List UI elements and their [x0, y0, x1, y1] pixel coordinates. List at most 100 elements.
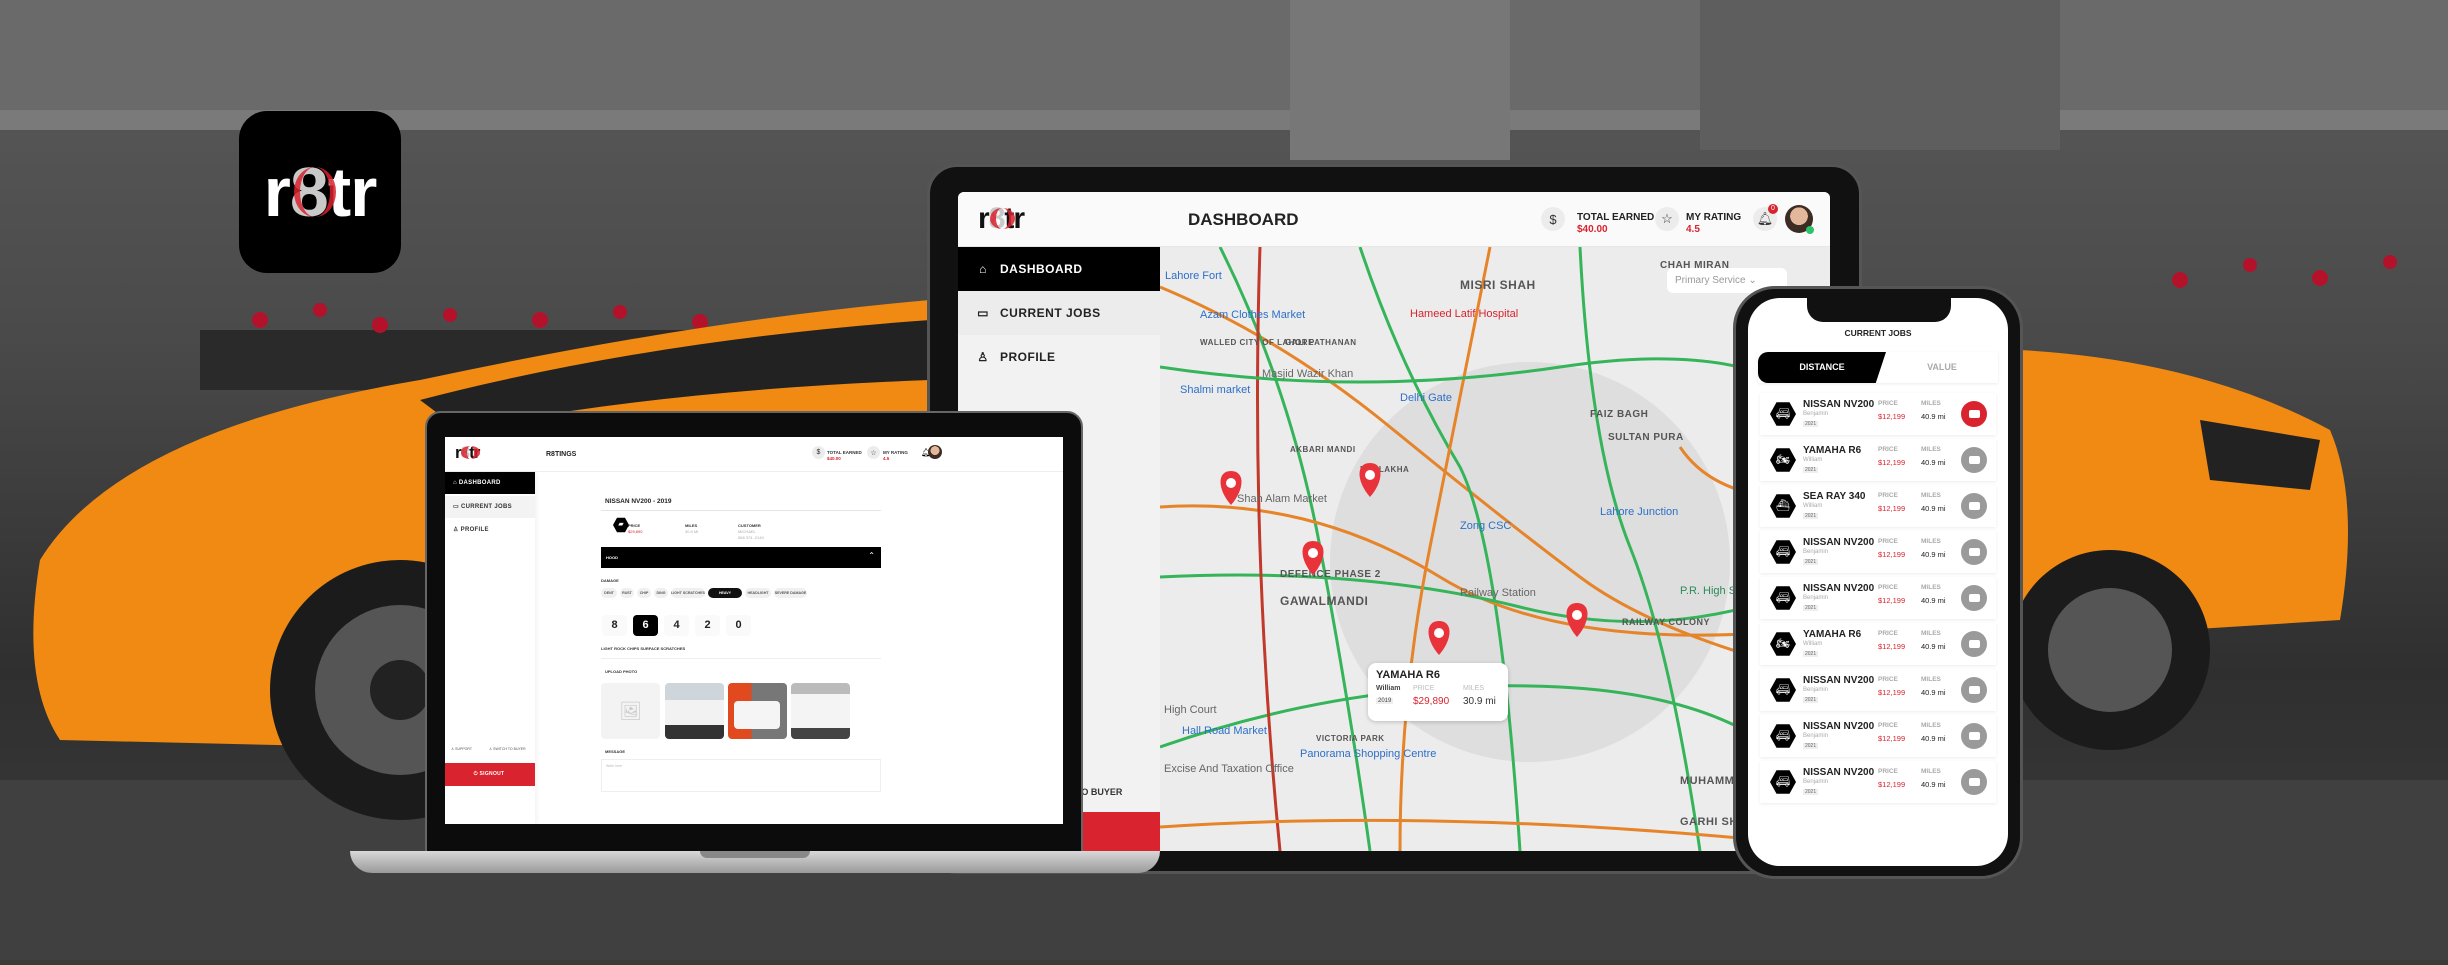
job-customer: Benjamin — [1803, 595, 1829, 601]
score-button[interactable]: 8 — [602, 615, 627, 636]
job-miles: 40.9 mi — [1921, 550, 1946, 559]
damage-chip[interactable]: DING — [654, 588, 668, 598]
chat-button[interactable] — [1961, 723, 1987, 749]
job-price: $12,199 — [1878, 412, 1906, 421]
total-earned-label: TOTAL EARNED — [1577, 212, 1655, 223]
tab-value[interactable]: VALUE — [1886, 352, 1998, 383]
score-button[interactable]: 0 — [726, 615, 751, 636]
vehicle-title: NISSAN NV200 - 2019 — [605, 498, 672, 505]
job-customer: Benjamin — [1803, 687, 1829, 693]
damage-chip[interactable]: HEAVY SCRATCHES — [708, 588, 742, 605]
job-list-item[interactable]: 🚐︎ NISSAN NV200 Benjamin 2021 PRICE $12,199 MI… — [1760, 761, 1996, 803]
support-link[interactable]: ♙ SUPPORT — [451, 747, 472, 751]
map-label: VICTORIA PARK — [1316, 734, 1385, 743]
tablet-screen: r8tr DASHBOARD $ TOTAL EARNED $40.00 ☆ M… — [958, 192, 1830, 851]
score-button[interactable]: 6 — [633, 615, 658, 636]
chat-button[interactable] — [1961, 539, 1987, 565]
chat-button[interactable] — [1961, 631, 1987, 657]
uploaded-photo-van[interactable] — [791, 683, 850, 739]
sidebar-item-label: DASHBOARD — [1000, 262, 1083, 276]
chat-button[interactable] — [1961, 401, 1987, 427]
score-button[interactable]: 4 — [664, 615, 689, 636]
online-status-dot — [1806, 226, 1814, 234]
job-list-item[interactable]: 🏍︎ YAMAHA R6 William 2021 PRICE $12,199 MILES 4… — [1760, 439, 1996, 481]
damage-chip[interactable]: CHIP — [637, 588, 651, 598]
map-label: Hameed Latif Hospital — [1410, 308, 1518, 320]
map-label: Hall Road Market — [1182, 725, 1267, 737]
job-list-item[interactable]: 🚐︎ NISSAN NV200 Benjamin 2021 PRICE $12,199 MI… — [1760, 577, 1996, 619]
job-miles: 40.9 mi — [1921, 642, 1946, 651]
chat-button[interactable] — [1961, 769, 1987, 795]
rating-label: MY RATING — [1686, 212, 1742, 223]
job-customer: Benjamin — [1803, 779, 1829, 785]
sidebar-item-profile[interactable]: ♙ PROFILE — [445, 519, 535, 541]
sidebar-item-current-jobs[interactable]: ▭ CURRENT JOBS — [958, 291, 1160, 335]
map-label: Azam Clothes Market — [1200, 309, 1305, 321]
uploaded-photo-van[interactable] — [728, 683, 787, 739]
job-list-item[interactable]: 🚐︎ NISSAN NV200 Benjamin 2021 PRICE $12,199 MI… — [1760, 669, 1996, 711]
map-label: Railway Station — [1460, 587, 1536, 599]
job-year: 2021 — [1803, 421, 1819, 427]
card-price: $29,890 — [1413, 696, 1450, 707]
logo-text: r8tr — [263, 153, 378, 231]
hood-accordion-header[interactable]: HOOD ⌃ — [601, 547, 881, 568]
message-label: MESSAGE — [605, 749, 626, 754]
score-button[interactable]: 2 — [695, 615, 720, 636]
sidebar-item-dashboard[interactable]: ⌂ DASHBOARD — [958, 247, 1160, 291]
job-price: $12,199 — [1878, 458, 1906, 467]
money-hand-icon: $ — [1541, 207, 1565, 231]
job-list-item[interactable]: 🚐︎ NISSAN NV200 Benjamin 2021 PRICE $12,199 MI… — [1760, 531, 1996, 573]
add-photo-button[interactable]: 🖼︎ — [601, 683, 660, 739]
job-list-item[interactable]: 🚐︎ NISSAN NV200 Benjamin 2021 PRICE $12,199 MI… — [1760, 393, 1996, 435]
job-price: $12,199 — [1878, 688, 1906, 697]
total-earned-label: TOTAL EARNED — [827, 450, 862, 455]
price-label: PRICE — [1878, 400, 1898, 407]
home-icon: ⌂ — [979, 262, 987, 276]
signout-button[interactable]: ⏻ SIGNOUT — [445, 763, 535, 786]
avatar[interactable] — [928, 445, 942, 459]
chat-button[interactable] — [1961, 585, 1987, 611]
uploaded-photo-van[interactable] — [665, 683, 724, 739]
tab-distance[interactable]: DISTANCE — [1758, 352, 1886, 383]
price-label: PRICE — [1878, 538, 1898, 545]
damage-chip[interactable]: LIGHT SCRATCHES — [671, 588, 705, 598]
job-miles: 40.9 mi — [1921, 596, 1946, 605]
job-list-item[interactable]: 🚐︎ NISSAN NV200 Benjamin 2021 PRICE $12,199 MI… — [1760, 715, 1996, 757]
message-input[interactable]: Write here — [601, 759, 881, 792]
miles-label: MILES — [1921, 676, 1941, 683]
switch-to-buyer-link[interactable]: ♙ SWITCH TO BUYER — [489, 747, 526, 751]
chat-bubble-icon — [1968, 640, 1980, 648]
phone-screen: CURRENT JOBS DISTANCE VALUE 🚐︎ NISSAN NV2… — [1748, 298, 2008, 866]
damage-chip[interactable]: DENT — [601, 588, 617, 598]
job-customer: William — [1803, 503, 1823, 509]
divider — [601, 510, 881, 511]
damage-chip[interactable]: HEADLIGHT — [745, 588, 771, 598]
money-hand-icon: $ — [812, 446, 825, 459]
chat-button[interactable] — [1961, 447, 1987, 473]
map-job-card[interactable]: YAMAHA R6 William 2019 PRICE $29,890 MIL… — [1368, 663, 1508, 721]
map-label: Shalmi market — [1180, 384, 1250, 396]
damage-chip[interactable]: RUST — [620, 588, 634, 598]
map-view[interactable]: CHAH MIRAN MISRI SHAH Lahore Fort Azam C… — [1159, 246, 1830, 851]
map-label: Shah Alam Market — [1237, 493, 1327, 505]
sidebar-item-label: CURRENT JOBS — [460, 504, 512, 510]
sidebar-item-profile[interactable]: ♙ PROFILE — [958, 335, 1160, 379]
total-earned-value: $40.00 — [1577, 224, 1608, 235]
sidebar-item-current-jobs[interactable]: ▭ CURRENT JOBS — [445, 496, 535, 518]
job-list-item[interactable]: 🏍︎ YAMAHA R6 William 2021 PRICE $12,199 MILES 4… — [1760, 623, 1996, 665]
map-label: High Court — [1164, 704, 1217, 716]
card-customer: William — [1376, 685, 1401, 692]
page-title: DASHBOARD — [1188, 210, 1299, 229]
damage-chip[interactable]: SEVERE DAMAGE — [774, 588, 807, 598]
chat-button[interactable] — [1961, 493, 1987, 519]
chevron-down-icon: ⌄ — [1748, 275, 1757, 286]
sidebar-item-dashboard[interactable]: ⌂ DASHBOARD — [445, 472, 535, 494]
chat-button[interactable] — [1961, 677, 1987, 703]
notification-badge: 0 — [1768, 204, 1778, 214]
job-list-item[interactable]: ⛴︎ SEA RAY 340 William 2021 PRICE $12,199 MILE… — [1760, 485, 1996, 527]
miles-label: MILES — [1921, 400, 1941, 407]
map-canvas[interactable]: CHAH MIRAN MISRI SHAH Lahore Fort Azam C… — [1159, 246, 1830, 851]
job-miles: 40.9 mi — [1921, 504, 1946, 513]
job-year: 2021 — [1803, 651, 1819, 657]
miles-label: MILES — [1921, 492, 1941, 499]
